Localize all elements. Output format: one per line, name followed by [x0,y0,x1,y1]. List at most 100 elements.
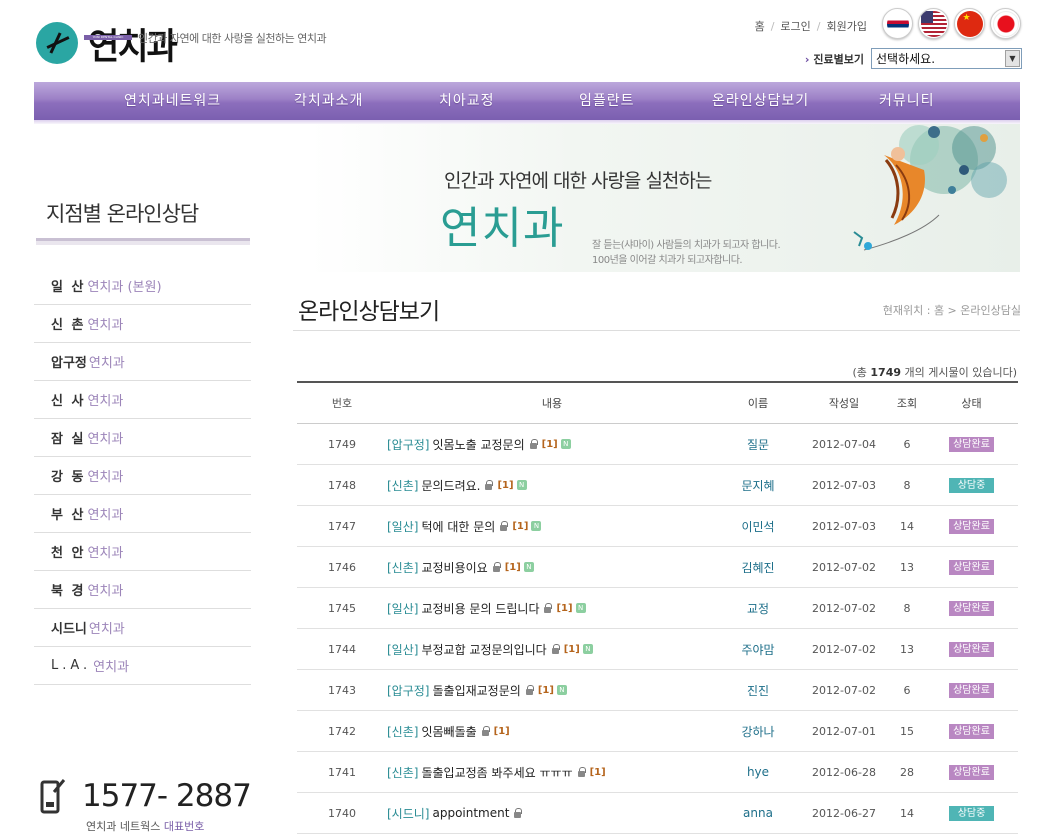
korea-flag-icon[interactable] [882,8,913,39]
comment-count: [1] [556,602,573,614]
post-subject-link[interactable]: 잇몸노출 교정문의 [432,436,524,453]
chevron-down-icon[interactable]: ▼ [1005,50,1020,67]
post-subject-link[interactable]: 교정비용 문의 드립니다 [421,600,539,617]
table-row[interactable]: 1747 [일산] 턱에 대한 문의 [1] N 이민석 2012-07-03 14 상담완료 [297,506,1018,547]
logo-mark-icon [36,22,78,64]
post-number: 1749 [328,437,356,451]
breadcrumb: 현재위치 : 홈 > 온라인상담실 [882,304,1021,317]
status-badge: 상담중 [949,805,994,821]
phone-caption-strong: 대표번호 [163,820,205,833]
branch-city: 강 동 [51,470,86,485]
post-subject-link[interactable]: 돌출입재교정문의 [432,682,520,699]
post-subject-link[interactable]: 교정비용이요 [421,559,487,576]
status-cell: 상담완료 [925,600,1018,616]
branch-suffix: 연치과 [87,394,124,409]
status-badge: 상담완료 [949,764,994,780]
clinic-select[interactable]: 선택하세요. ▼ [871,48,1022,69]
login-link[interactable]: 로그인 [780,18,810,34]
post-count-prefix: (총 [852,366,867,379]
sidebar-item-sydney[interactable]: 시드니 연치과 [34,609,251,647]
sidebar-item-beijing[interactable]: 북 경 연치과 [34,571,251,609]
sidebar-item-la[interactable]: L.A. 연치과 [34,647,251,685]
table-row[interactable]: 1742 [신촌] 잇몸빼돌출 [1] 강하나 2012-07-01 15 상담완료 [297,711,1018,752]
table-row[interactable]: 1746 [신촌] 교정비용이요 [1] N 김혜진 2012-07-02 13 상담완료 [297,547,1018,588]
post-subject-link[interactable]: 문의드려요. [421,477,480,494]
lock-icon [525,684,534,696]
view-count: 14 [900,519,914,533]
sidebar-item-sinchon[interactable]: 신 촌 연치과 [34,305,251,343]
signup-link[interactable]: 회원가입 [827,18,867,34]
nav-community[interactable]: 커뮤니티 [879,82,935,120]
post-count-suffix: 개의 게시물이 있습니다) [904,366,1017,379]
post-date: 2012-07-04 [812,437,876,451]
table-row[interactable]: 1748 [신촌] 문의드려요. [1] N 문지혜 2012-07-03 8 상담중 [297,465,1018,506]
sidebar-item-busan[interactable]: 부 산 연치과 [34,495,251,533]
flower-illustration [853,125,1007,251]
branch-tag: [압구정] [387,683,430,698]
lock-icon [513,807,523,819]
col-name: 이름 [747,397,769,410]
table-row[interactable]: 1744 [일산] 부정교합 교정문의입니다 [1] N 주야맘 2012-07-02 13 상… [297,629,1018,670]
status-badge: 상담중 [949,477,994,493]
comment-count: [1] [512,520,529,532]
nav-orthodontics[interactable]: 치아교정 [439,82,495,120]
comment-count: [1] [541,438,558,450]
branch-city: 신 사 [51,394,86,409]
divider: / [770,19,775,33]
comment-count: [1] [589,766,606,778]
post-title: [압구정] 돌출입재교정문의 [1] N [387,682,717,699]
page-title: 온라인상담보기 [298,299,440,325]
view-count: 28 [900,765,914,779]
main-nav: 연치과네트워크 각치과소개 치아교정 임플란트 온라인상담보기 커뮤니티 [34,82,1020,125]
status-cell: 상담완료 [925,764,1018,780]
post-date: 2012-07-02 [812,642,876,656]
table-row[interactable]: 1745 [일산] 교정비용 문의 드립니다 [1] N 교정 2012-07-02 8 상담완… [297,588,1018,629]
lock-icon [551,643,560,655]
sidebar-item-gangdong[interactable]: 강 동 연치과 [34,457,251,495]
sidebar-item-sinsa[interactable]: 신 사 연치과 [34,381,251,419]
branch-tag: [일산] [387,519,419,534]
logo-tag: YONI DENTAL CLINIC [84,35,132,40]
post-subject-link[interactable]: 부정교합 교정문의입니다 [421,641,546,658]
sidebar-item-cheonan[interactable]: 천 안 연치과 [34,533,251,571]
status-badge: 상담완료 [949,518,994,534]
sidebar-item-apgujeong[interactable]: 압구정 연치과 [34,343,251,381]
table-row[interactable]: 1741 [신촌] 돌출입교정좀 봐주세요 ㅠㅠㅠ [1] hye 2012-06-28 2… [297,752,1018,793]
author-name: 강하나 [741,724,775,739]
lock-icon [481,725,490,737]
post-subject-link[interactable]: 잇몸빼돌출 [421,723,476,740]
post-title: [시드니] appointment [387,805,717,822]
table-row[interactable]: 1749 [압구정] 잇몸노출 교정문의 [1] N 질문 2012-07-04 6 상담완료 [297,424,1018,465]
logo-slogan: 인간과 자연에 대한 사랑을 실천하는 연치과 [138,32,327,45]
home-link[interactable]: 홈 [755,18,765,34]
phone-contact: 1577- 2887 [40,778,252,814]
china-flag-icon[interactable] [954,8,985,39]
divider [293,330,1020,331]
nav-online-consult[interactable]: 온라인상담보기 [712,82,809,120]
post-date: 2012-06-27 [812,806,876,820]
table-row[interactable]: 1743 [압구정] 돌출입재교정문의 [1] N 진진 2012-07-02 6 상담완료 [297,670,1018,711]
post-subject-link[interactable]: appointment [432,806,509,820]
status-badge: 상담완료 [949,600,994,616]
post-subject-link[interactable]: 돌출입교정좀 봐주세요 ㅠㅠㅠ [421,764,572,781]
branch-city: 부 산 [51,508,86,523]
post-subject-link[interactable]: 턱에 대한 문의 [421,518,495,535]
nav-network[interactable]: 연치과네트워크 [124,82,221,120]
consult-board: 번호 내용 이름 작성일 조회 상태 1749 [압구정] 잇몸노출 교정문의 [1]… [297,381,1018,834]
sidebar-item-jamsil[interactable]: 잠 실 연치과 [34,419,251,457]
japan-flag-icon[interactable] [990,8,1021,39]
comment-count: [1] [563,643,580,655]
usa-flag-icon[interactable] [918,8,949,39]
clinic-select-label: 진료별보기 [805,51,864,67]
branch-tag: [신촌] [387,560,419,575]
nav-clinics[interactable]: 각치과소개 [294,82,363,120]
branch-city: 시드니 [51,622,87,637]
post-title: [신촌] 잇몸빼돌출 [1] [387,723,717,740]
new-icon: N [582,644,593,654]
post-title: [신촌] 돌출입교정좀 봐주세요 ㅠㅠㅠ [1] [387,764,717,781]
sidebar-item-ilsan[interactable]: 일 산 연치과 (본원) [34,267,251,305]
branch-tag: [신촌] [387,478,419,493]
nav-implant[interactable]: 임플란트 [579,82,635,120]
branch-tag: [시드니] [387,806,430,821]
table-row[interactable]: 1740 [시드니] appointment anna 2012-06-27 14 상담중 [297,793,1018,834]
